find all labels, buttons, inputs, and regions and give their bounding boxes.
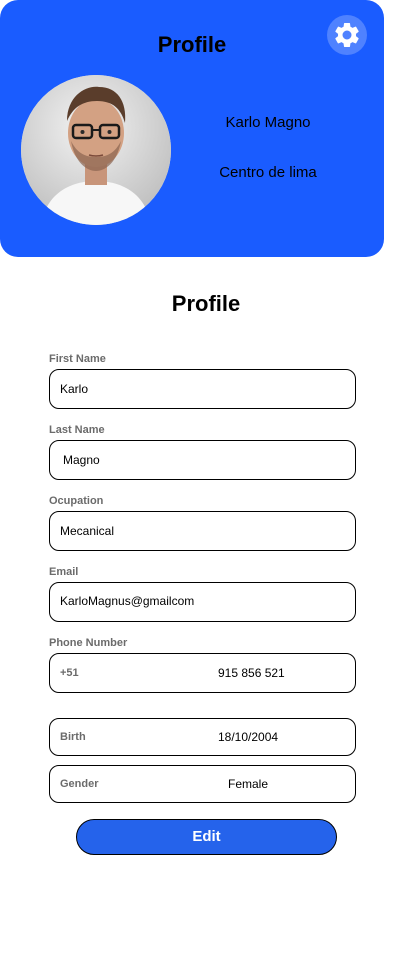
first-name-value: Karlo (60, 382, 89, 396)
header-user-location: Centro de lima (219, 164, 317, 181)
email-label: Email (49, 566, 79, 578)
first-name-label: First Name (49, 353, 106, 365)
gender-value: Female (228, 777, 269, 791)
birth-label: Birth (60, 731, 86, 743)
settings-button[interactable] (327, 15, 367, 55)
phone-value: 915 856 521 (218, 666, 285, 680)
avatar (21, 75, 171, 225)
email-field[interactable]: KarloMagnus@gmailcom (49, 582, 356, 622)
phone-country-code: +51 (60, 667, 79, 679)
edit-button[interactable]: Edit (76, 819, 337, 855)
last-name-field[interactable]: Magno (49, 440, 356, 480)
phone-label: Phone Number (49, 637, 128, 649)
last-name-label: Last Name (49, 424, 105, 436)
birth-value: 18/10/2004 (218, 730, 279, 744)
gear-icon (335, 22, 359, 47)
header-user-name: Karlo Magno (225, 114, 311, 131)
profile-header-card: Profile Karlo Magno Centro de lima (0, 0, 384, 257)
form-title: Profile (171, 291, 241, 316)
gender-field[interactable]: Gender Female (49, 765, 356, 803)
occupation-value: Mecanical (60, 524, 115, 538)
last-name-value: Magno (63, 453, 100, 467)
occupation-field[interactable]: Mecanical (49, 511, 356, 551)
first-name-field[interactable]: Karlo (49, 369, 356, 409)
avatar-photo (21, 75, 171, 225)
occupation-label: Ocupation (49, 495, 104, 507)
birth-field[interactable]: Birth 18/10/2004 (49, 718, 356, 756)
email-value: KarloMagnus@gmailcom (60, 594, 195, 608)
phone-field[interactable]: +51 915 856 521 (49, 653, 356, 693)
gender-label: Gender (60, 778, 99, 790)
